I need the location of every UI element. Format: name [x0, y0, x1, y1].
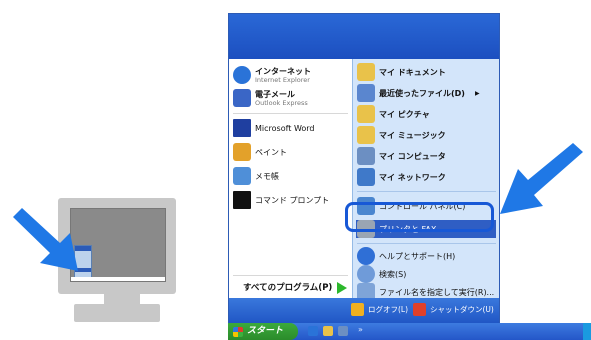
- menu-item-my-documents[interactable]: マイ ドキュメント: [357, 63, 446, 81]
- menu-item-my-pictures[interactable]: マイ ピクチャ: [357, 105, 430, 123]
- menu-item-label: ファイル名を指定して実行(R)...: [379, 287, 495, 297]
- start-menu-header: [229, 14, 499, 59]
- menu-item-email[interactable]: 電子メール Outlook Express: [233, 89, 308, 107]
- separator: [357, 243, 496, 244]
- word-icon: [233, 119, 251, 137]
- monitor-base: [74, 304, 160, 322]
- logoff-button[interactable]: ログオフ(L): [351, 303, 408, 316]
- menu-item-notepad[interactable]: メモ帳: [233, 167, 279, 185]
- my-network-icon: [357, 168, 375, 186]
- menu-item-sublabel: Outlook Express: [255, 98, 308, 107]
- menu-item-my-network[interactable]: マイ ネットワーク: [357, 168, 446, 186]
- menu-item-label: 検索(S): [379, 269, 407, 279]
- start-menu: インターネット Internet Explorer 電子メール Outlook …: [228, 13, 500, 325]
- all-programs-label: すべてのプログラム(P): [243, 282, 333, 293]
- pointer-arrow-icon: [13, 208, 78, 271]
- help-icon: [357, 247, 375, 265]
- recent-documents-icon: [357, 84, 375, 102]
- submenu-arrow-icon: ▶: [474, 89, 480, 97]
- menu-item-label: マイ ドキュメント: [379, 67, 446, 77]
- menu-item-label: コマンド プロンプト: [255, 195, 330, 205]
- start-menu-footer: ログオフ(L) シャットダウン(U): [229, 298, 499, 324]
- logoff-label: ログオフ(L): [368, 305, 409, 314]
- menu-item-label: ヘルプとサポート(H): [379, 251, 456, 261]
- shutdown-icon: [413, 303, 426, 316]
- outlook-express-icon: [233, 89, 251, 107]
- mini-taskbar: [71, 277, 165, 281]
- windows-logo-icon: [233, 326, 243, 337]
- logoff-icon: [351, 303, 364, 316]
- my-computer-icon: [357, 147, 375, 165]
- my-music-icon: [357, 126, 375, 144]
- separator: [357, 191, 496, 192]
- system-tray: [583, 323, 591, 340]
- menu-item-label: マイ ミュージック: [379, 130, 446, 140]
- separator: [233, 113, 348, 114]
- my-pictures-icon: [357, 105, 375, 123]
- quick-launch-media-icon[interactable]: [323, 326, 333, 336]
- menu-item-search[interactable]: 検索(S): [357, 265, 406, 283]
- quick-launch-internet-explorer-icon[interactable]: [308, 326, 318, 336]
- notepad-icon: [233, 167, 251, 185]
- command-prompt-icon: [233, 191, 251, 209]
- monitor-neck: [104, 294, 140, 304]
- green-arrow-icon: [337, 282, 348, 294]
- quick-launch-overflow[interactable]: »: [358, 325, 363, 334]
- menu-item-my-music[interactable]: マイ ミュージック: [357, 126, 446, 144]
- search-icon: [357, 265, 375, 283]
- menu-item-recent-documents[interactable]: 最近使ったファイル(D) ▶: [357, 84, 480, 102]
- menu-item-label: ペイント: [255, 147, 287, 157]
- my-documents-icon: [357, 63, 375, 81]
- all-programs-button[interactable]: すべてのプログラム(P): [239, 282, 348, 294]
- separator: [233, 275, 348, 276]
- start-button[interactable]: スタート: [228, 323, 298, 340]
- quick-launch-desktop-icon[interactable]: [338, 326, 348, 336]
- menu-item-label: Microsoft Word: [255, 123, 315, 133]
- shutdown-label: シャットダウン(U): [430, 305, 494, 314]
- start-button-label: スタート: [247, 326, 284, 336]
- start-menu-left-pane: インターネット Internet Explorer 電子メール Outlook …: [229, 59, 352, 298]
- paint-icon: [233, 143, 251, 161]
- shutdown-button[interactable]: シャットダウン(U): [413, 303, 494, 316]
- menu-item-label: 電子メール: [255, 89, 295, 99]
- start-menu-right-pane: マイ ドキュメント 最近使ったファイル(D) ▶ マイ ピクチャ マイ ミュージ…: [352, 59, 499, 301]
- menu-item-paint[interactable]: ペイント: [233, 143, 287, 161]
- menu-item-label: マイ コンピュータ: [379, 151, 446, 161]
- menu-item-label: マイ ピクチャ: [379, 109, 430, 119]
- menu-item-internet[interactable]: インターネット Internet Explorer: [233, 66, 311, 84]
- menu-item-label: マイ ネットワーク: [379, 172, 446, 182]
- pointer-arrow-icon: [500, 143, 583, 214]
- menu-item-command-prompt[interactable]: コマンド プロンプト: [233, 191, 329, 209]
- menu-item-help-and-support[interactable]: ヘルプとサポート(H): [357, 247, 455, 265]
- menu-item-word[interactable]: Microsoft Word: [233, 119, 315, 137]
- menu-item-label: 最近使ったファイル(D): [379, 88, 465, 98]
- menu-item-label: メモ帳: [255, 171, 279, 181]
- highlight-callout: [345, 202, 494, 232]
- menu-item-sublabel: Internet Explorer: [255, 75, 310, 84]
- menu-item-my-computer[interactable]: マイ コンピュータ: [357, 147, 446, 165]
- internet-explorer-icon: [233, 66, 251, 84]
- taskbar: スタート »: [228, 323, 591, 340]
- menu-item-label: インターネット: [255, 66, 311, 76]
